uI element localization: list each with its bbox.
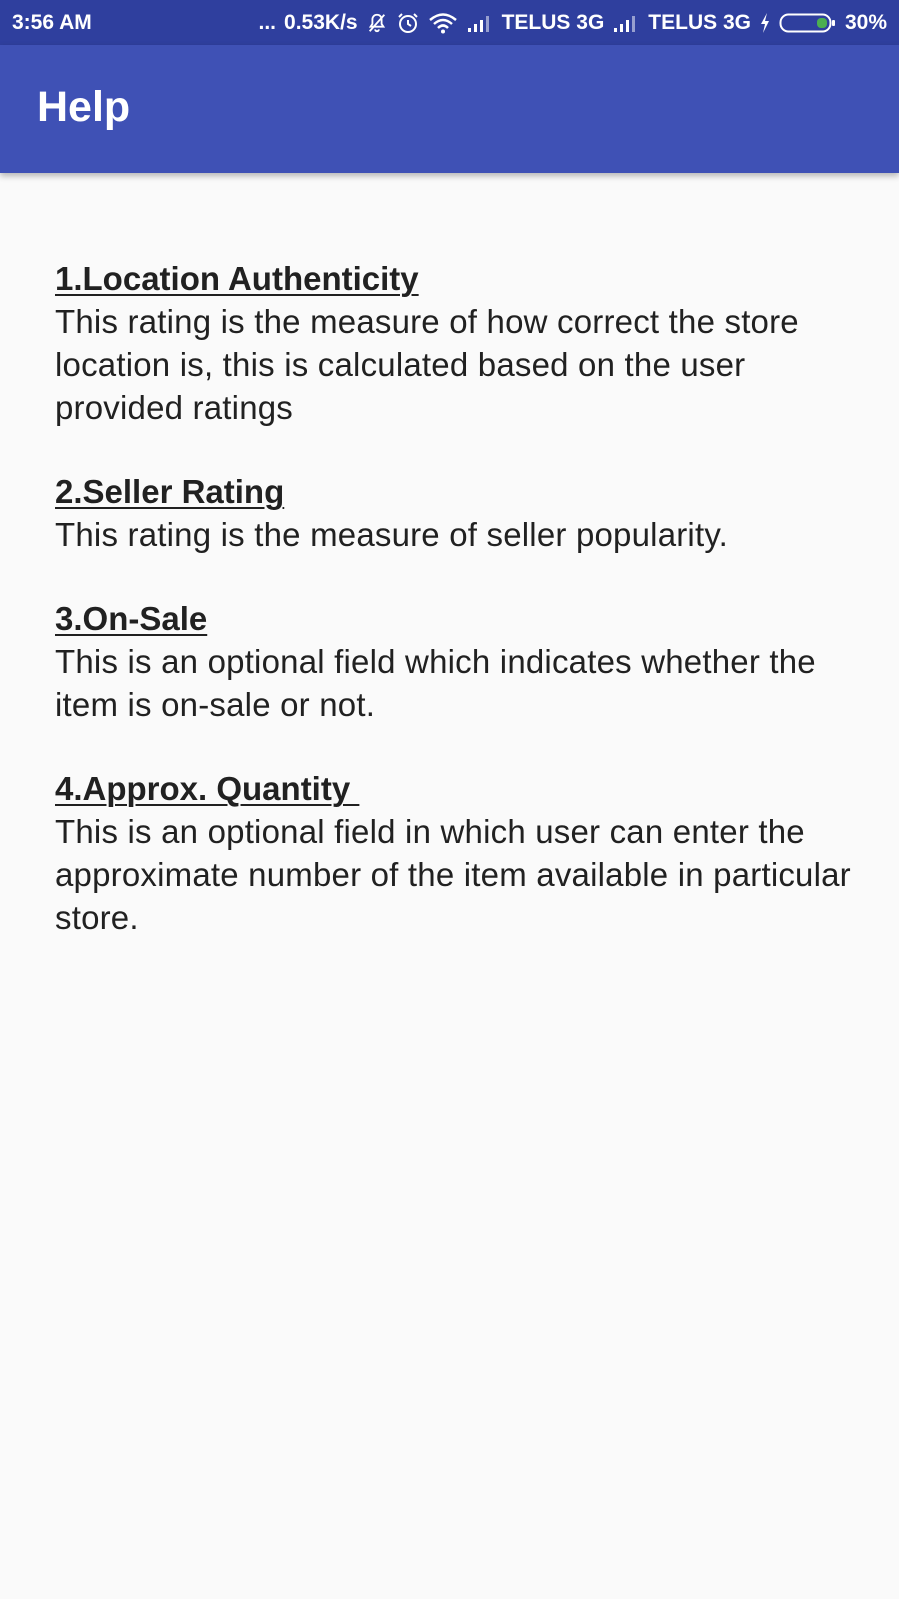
charging-icon xyxy=(759,12,771,34)
help-section-location-authenticity: 1.Location Authenticity This rating is t… xyxy=(55,258,855,429)
signal-icon xyxy=(612,13,640,33)
alarm-icon xyxy=(396,11,420,35)
status-time: 3:56 AM xyxy=(12,10,92,34)
status-bar: 3:56 AM ... 0.53K/s TELUS 3G TELUS 3G 30… xyxy=(0,0,899,45)
more-dots: ... xyxy=(258,10,277,34)
section-title: 2.Seller Rating xyxy=(55,473,285,510)
section-title: 1.Location Authenticity xyxy=(55,260,419,297)
help-section-on-sale: 3.On-Sale This is an optional field whic… xyxy=(55,598,855,726)
page-title: Help xyxy=(37,82,131,131)
network-speed: 0.53K/s xyxy=(284,10,358,34)
status-icons: ... 0.53K/s TELUS 3G TELUS 3G 30% xyxy=(259,11,887,35)
section-body: This is an optional field in which user … xyxy=(55,813,851,936)
signal-icon xyxy=(466,13,494,33)
bell-off-icon xyxy=(366,12,388,34)
section-body: This rating is the measure of how correc… xyxy=(55,303,799,426)
wifi-icon xyxy=(428,12,458,34)
section-body: This is an optional field which indicate… xyxy=(55,643,816,723)
section-title: 3.On-Sale xyxy=(55,600,208,637)
help-section-approx-quantity: 4.Approx. Quantity This is an optional f… xyxy=(55,768,855,939)
carrier-1: TELUS 3G xyxy=(501,10,605,34)
help-content: 1.Location Authenticity This rating is t… xyxy=(55,258,855,981)
section-body: This rating is the measure of seller pop… xyxy=(55,516,728,553)
battery-percent: 30% xyxy=(844,10,887,34)
battery-icon xyxy=(779,12,837,34)
help-section-seller-rating: 2.Seller Rating This rating is the measu… xyxy=(55,471,855,556)
carrier-2: TELUS 3G xyxy=(648,10,751,34)
app-bar: Help xyxy=(0,45,899,173)
section-title: 4.Approx. Quantity xyxy=(55,770,360,807)
